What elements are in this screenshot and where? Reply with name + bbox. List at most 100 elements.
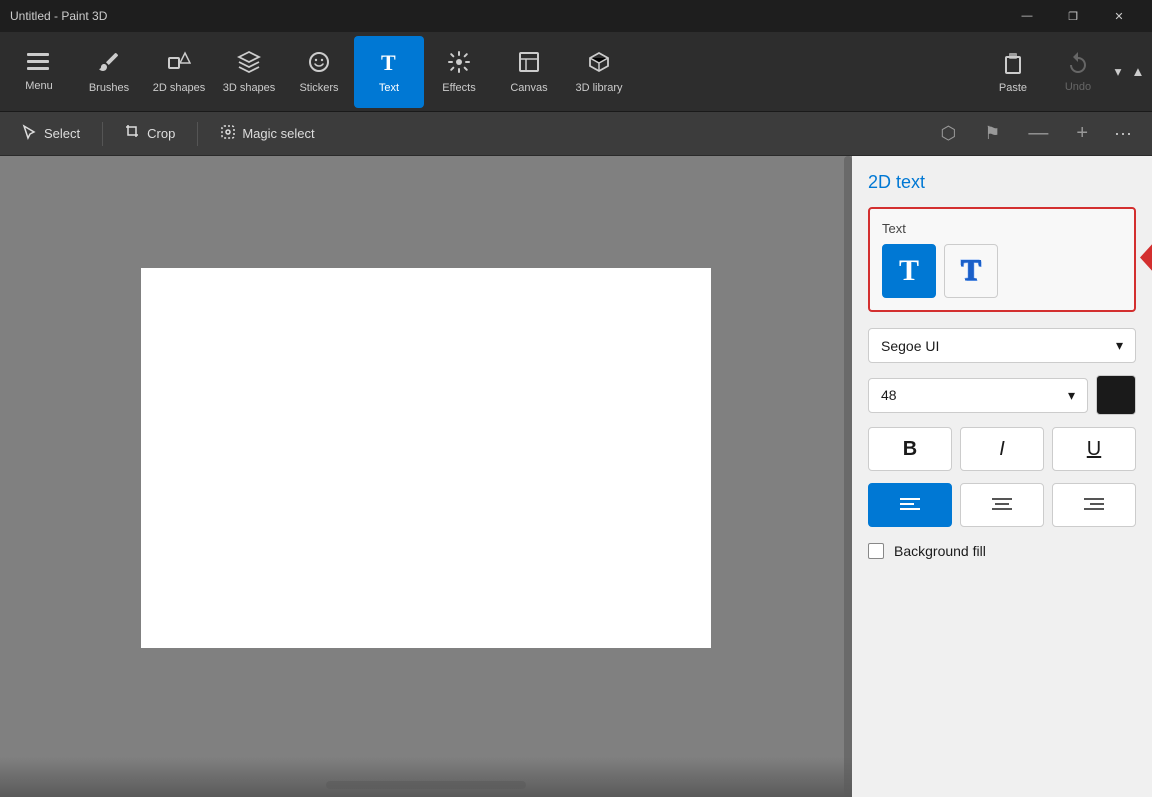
toolbar-item-canvas[interactable]: Canvas [494,36,564,108]
toolbar-brushes-label: Brushes [89,82,129,94]
more-options-button[interactable]: ··· [1106,119,1140,148]
chevron-down-button[interactable]: ▾ [1108,36,1128,108]
align-center-icon [992,497,1012,513]
font-name: Segoe UI [881,338,939,354]
italic-button[interactable]: I [960,427,1044,471]
toolbar-item-2dshapes[interactable]: 2D shapes [144,36,214,108]
toolbar-menu-label: Menu [25,80,53,92]
right-panel: 2D text Text T T [852,156,1152,797]
canvas-area [0,156,852,797]
subtoolbar: Select Crop Magic select ⬡ ⚑ — + ··· [0,112,1152,156]
white-canvas [141,268,711,648]
text-icon: T [378,50,400,78]
crop-label: Crop [147,126,175,141]
close-button[interactable]: ✕ [1096,0,1142,32]
magic-select-icon [220,124,236,143]
text-outline-icon: T [961,254,981,288]
crop-icon [125,124,141,143]
3dshapes-icon [237,50,261,78]
toolbar-right: Paste Undo ▾ ▲ [978,36,1148,108]
crop-button[interactable]: Crop [115,120,185,147]
magic-select-button[interactable]: Magic select [210,120,324,147]
subtool-icon3[interactable]: — [1018,118,1058,149]
toolbar-item-brushes[interactable]: Brushes [74,36,144,108]
align-right-button[interactable] [1052,483,1136,527]
horizontal-scrollbar[interactable] [326,781,526,789]
toolbar-item-text[interactable]: T Text [354,36,424,108]
align-center-button[interactable] [960,483,1044,527]
separator-2 [197,122,198,146]
text-icons-row: T T [882,244,1122,298]
toolbar-item-menu[interactable]: Menu [4,36,74,108]
text-outline-button[interactable]: T [944,244,998,298]
font-size-dropdown[interactable]: 48 ▾ [868,378,1088,413]
align-left-button[interactable] [868,483,952,527]
panel-title: 2D text [868,172,1136,193]
effects-icon [447,50,471,78]
font-size-row: 48 ▾ [868,375,1136,415]
paste-button[interactable]: Paste [978,36,1048,108]
subtool-icon2[interactable]: ⚑ [974,119,1010,148]
chevron-up-button[interactable]: ▲ [1128,36,1148,108]
3dlibrary-icon [587,50,611,78]
undo-label: Undo [1065,81,1091,93]
toolbar-canvas-label: Canvas [510,82,547,94]
toolbar-stickers-label: Stickers [299,82,338,94]
align-left-icon [900,497,920,513]
font-size-value: 48 [881,387,897,403]
toolbar-effects-label: Effects [442,82,475,94]
paste-icon [1000,49,1026,78]
separator-1 [102,122,103,146]
subtool-icon4[interactable]: + [1066,118,1098,149]
align-row [868,483,1136,527]
background-fill-label: Background fill [894,543,986,559]
select-button[interactable]: Select [12,120,90,147]
underline-icon: U [1087,438,1101,461]
undo-button[interactable]: Undo [1048,36,1108,108]
minimize-button[interactable]: — [1004,0,1050,32]
text-options-box: Text T T [868,207,1136,312]
toolbar-item-3dlibrary[interactable]: 3D library [564,36,634,108]
toolbar-item-stickers[interactable]: Stickers [284,36,354,108]
subtool-icon1[interactable]: ⬡ [930,119,966,148]
canvas-icon [517,50,541,78]
background-fill-checkbox[interactable] [868,543,884,559]
magic-select-label: Magic select [242,126,314,141]
window-controls: — ❐ ✕ [1004,0,1142,32]
red-arrow-container [1140,235,1152,284]
bold-button[interactable]: B [868,427,952,471]
toolbar-text-label: Text [379,82,399,94]
text-solid-button[interactable]: T [882,244,936,298]
toolbar-3dlibrary-label: 3D library [575,82,622,94]
brushes-icon [97,50,121,78]
titlebar: Untitled - Paint 3D — ❐ ✕ [0,0,1152,32]
toolbar-item-3dshapes[interactable]: 3D shapes [214,36,284,108]
window-title: Untitled - Paint 3D [10,9,107,23]
toolbar-item-effects[interactable]: Effects [424,36,494,108]
maximize-button[interactable]: ❐ [1050,0,1096,32]
select-label: Select [44,126,80,141]
bold-icon: B [903,438,917,461]
color-swatch[interactable] [1096,375,1136,415]
font-size-chevron: ▾ [1068,387,1075,404]
align-right-icon [1084,497,1104,513]
toolbar-3dshapes-label: 3D shapes [223,82,276,94]
undo-icon [1066,50,1090,77]
main-toolbar: Menu Brushes 2D shapes 3D shapes Sticker… [0,32,1152,112]
red-arrow-icon [1140,235,1152,279]
main-area: 2D text Text T T [0,156,1152,797]
text-section-label: Text [882,221,1122,236]
bg-fill-row: Background fill [868,543,1136,559]
toolbar-2dshapes-label: 2D shapes [153,82,206,94]
select-icon [22,124,38,143]
text-solid-icon: T [899,254,919,288]
underline-button[interactable]: U [1052,427,1136,471]
2dshapes-icon [167,50,191,78]
font-dropdown[interactable]: Segoe UI ▾ [868,328,1136,363]
paste-label: Paste [999,82,1027,94]
stickers-icon [307,50,331,78]
svg-text:T: T [381,50,396,74]
font-dropdown-chevron: ▾ [1116,337,1123,354]
vertical-scrollbar[interactable] [844,156,852,797]
style-row: B I U [868,427,1136,471]
